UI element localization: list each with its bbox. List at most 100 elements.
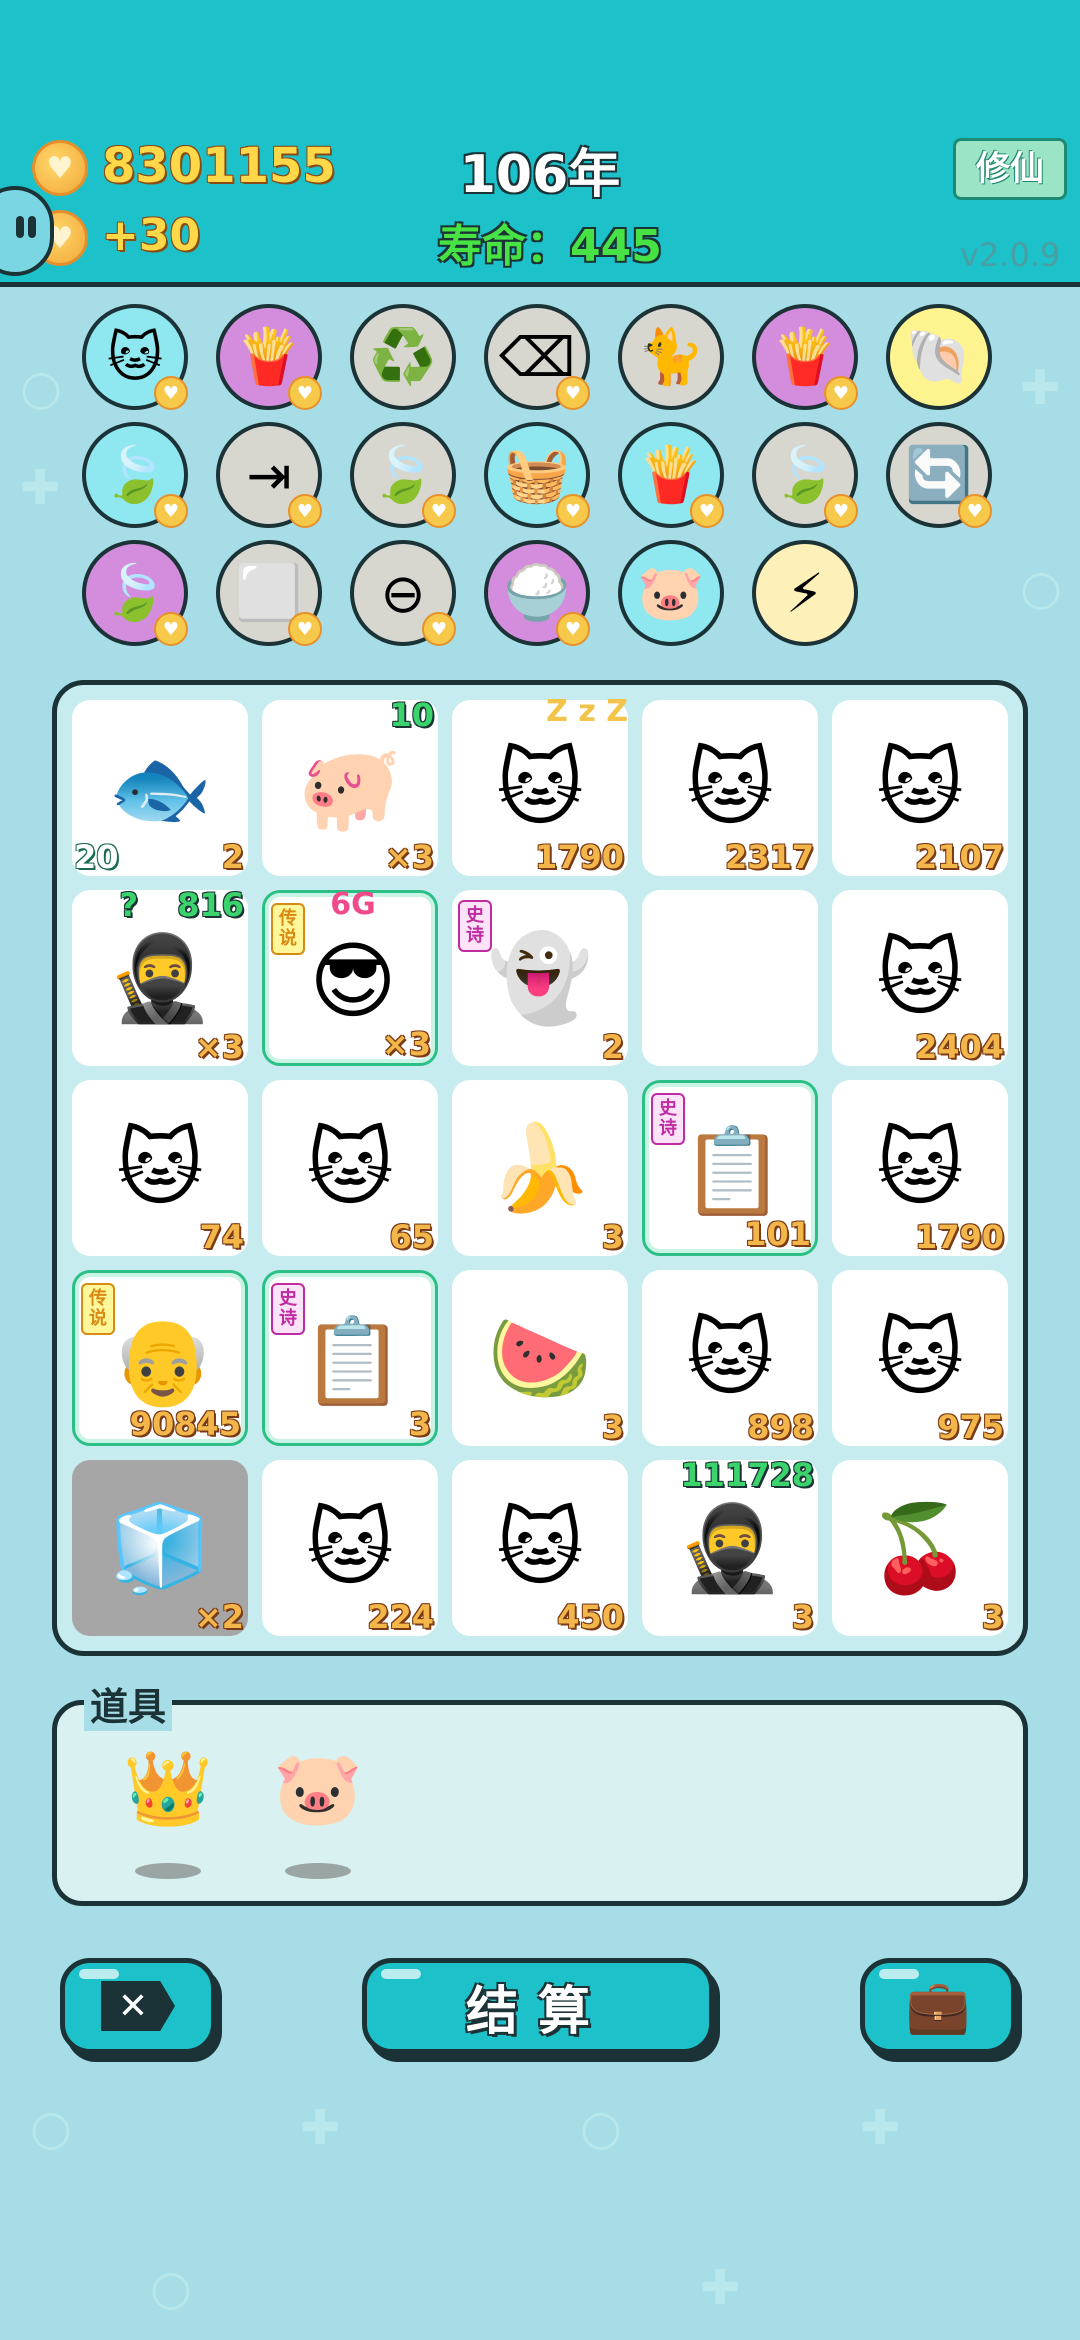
bg-cross-decoration: ✚	[300, 2100, 341, 2156]
rarity-badge: 传说	[81, 1283, 115, 1335]
relic-glyph: ⚡	[786, 561, 824, 625]
slot-empty[interactable]	[642, 890, 818, 1066]
minus-circle-icon[interactable]: ⊖ ♥	[350, 540, 456, 646]
piggy-bank-icon[interactable]: 🐷	[263, 1733, 373, 1843]
slot-cat[interactable]: 🐱 898	[642, 1270, 818, 1446]
slot-value: 3	[981, 1598, 1004, 1636]
slot-value: ×2	[194, 1598, 244, 1636]
leaf-icon[interactable]: 🍃 ♥	[82, 422, 188, 528]
slot-thief[interactable]: 🥷 111728 3	[642, 1456, 818, 1636]
slot-copy-paste[interactable]: 📋 史诗 101	[642, 1080, 818, 1256]
slot-cat[interactable]: 🐱 2404	[832, 890, 1008, 1066]
slot-fish[interactable]: 🐟 20 2	[72, 700, 248, 876]
slot-cat[interactable]: 🐱 450	[452, 1460, 628, 1636]
coin-mini-icon: ♥	[556, 376, 590, 410]
relic-glyph: 🍟	[637, 443, 705, 506]
leaf-icon[interactable]: 🍃 ♥	[350, 422, 456, 528]
relic-glyph: 🍃	[101, 443, 169, 506]
slot-value: 1790	[914, 1218, 1004, 1256]
leaf-icon[interactable]: 🍃 ♥	[752, 422, 858, 528]
remove-button[interactable]: ✕	[60, 1958, 216, 2054]
slot-bonus-value: 816	[177, 886, 244, 924]
slot-cat[interactable]: 🐱 65	[262, 1080, 438, 1256]
fries-icon[interactable]: 🍟 ♥	[618, 422, 724, 528]
coin-mini-icon: ♥	[690, 494, 724, 528]
bg-cross-decoration: ✚	[860, 2100, 901, 2156]
relic-glyph: ⇥	[246, 443, 292, 507]
slot-pig[interactable]: 🐖 10 ×3	[262, 696, 438, 876]
slot-value: 3	[408, 1405, 431, 1443]
shell-icon[interactable]: 🐚	[886, 304, 992, 410]
relic-glyph: 🍟	[771, 325, 839, 388]
remove-tag-icon: ✕	[101, 1981, 175, 2031]
relic-glyph: 🍃	[771, 443, 839, 506]
empty-icon	[642, 890, 818, 1066]
lifespan-counter: 寿命：445	[438, 221, 662, 272]
inventory-button[interactable]: 💼	[860, 1958, 1016, 2054]
refresh-icon[interactable]: 🔄 ♥	[886, 422, 992, 528]
remove-tag-icon[interactable]: ⌫ ♥	[484, 304, 590, 410]
tool-shadow	[135, 1863, 201, 1879]
slot-value: 2404	[914, 1028, 1004, 1066]
skip-icon[interactable]: ⇥ ♥	[216, 422, 322, 528]
coin-mini-icon: ♥	[824, 376, 858, 410]
bg-ring-decoration: ○	[20, 360, 62, 416]
slot-value: 975	[937, 1408, 1004, 1446]
lightning-icon[interactable]: ⚡	[752, 540, 858, 646]
bg-ring-decoration: ○	[150, 2260, 192, 2316]
cats-pair-icon[interactable]: 🐈	[618, 304, 724, 410]
slot-cat[interactable]: 🐱 2107	[832, 700, 1008, 876]
slot-cat[interactable]: 🐱 1790	[832, 1080, 1008, 1256]
slot-value: 1790	[534, 838, 624, 876]
rarity-badge: 史诗	[458, 900, 492, 952]
question-mark: ?	[119, 886, 138, 924]
slot-ghost[interactable]: 👻 史诗 2	[452, 890, 628, 1066]
rice-bowl-icon[interactable]: 🍚 ♥	[484, 540, 590, 646]
slot-banana[interactable]: 🍌 3	[452, 1080, 628, 1256]
sleep-zzz-icon: Z z Z	[546, 694, 628, 729]
cultivate-button[interactable]: 修仙	[953, 138, 1067, 200]
slot-cat[interactable]: 🐱 2317	[642, 700, 818, 876]
slot-value: 450	[557, 1598, 624, 1636]
relic-glyph: 🐷	[637, 561, 705, 624]
slot-cherry[interactable]: 🍒 3	[832, 1460, 1008, 1636]
piggy-bank-icon[interactable]: 🐷	[618, 540, 724, 646]
slot-old-king[interactable]: 👴 传说 90845	[72, 1270, 248, 1446]
relic-glyph: ⊖	[380, 561, 426, 625]
slot-cat[interactable]: 🐱 224	[262, 1460, 438, 1636]
fries-icon[interactable]: 🍟 ♥	[752, 304, 858, 410]
tool-shadow	[285, 1863, 351, 1879]
coin-mini-icon: ♥	[958, 494, 992, 528]
slot-thief[interactable]: 🥷? 816 ×3	[72, 886, 248, 1066]
cat-dark-icon[interactable]: 🐱 ♥	[82, 304, 188, 410]
crown-icon[interactable]: 👑	[113, 1733, 223, 1843]
slot-value: 101	[744, 1215, 811, 1253]
slot-cat[interactable]: 🐱 975	[832, 1270, 1008, 1446]
slot-value: 90845	[129, 1405, 241, 1443]
slot-copy-paste[interactable]: 📋 史诗 3	[262, 1270, 438, 1446]
slot-watermelon[interactable]: 🍉 3	[452, 1270, 628, 1446]
coin-mini-icon: ♥	[422, 612, 456, 646]
tools-panel: 👑 🐷	[52, 1700, 1028, 1906]
slot-value: 2317	[724, 838, 814, 876]
slot-value: 74	[199, 1218, 244, 1256]
slot-cat[interactable]: 🐱 74	[72, 1080, 248, 1256]
slot-cat-sleeping[interactable]: 🐱 Z z Z 1790	[452, 694, 628, 876]
slot-boss-king[interactable]: 😎 传说 6G ×3	[262, 887, 438, 1066]
slot-value: 2107	[914, 838, 1004, 876]
bg-cross-decoration: ✚	[700, 2260, 741, 2316]
sugar-cubes-icon[interactable]: ⬜ ♥	[216, 540, 322, 646]
slot-value: 3	[791, 1598, 814, 1636]
coin-mini-icon: ♥	[288, 376, 322, 410]
fries-icon[interactable]: 🍟 ♥	[216, 304, 322, 410]
year-counter: 106年	[459, 145, 621, 205]
slot-fridge[interactable]: 🧊 ×2	[72, 1460, 248, 1636]
fruit-basket-icon[interactable]: 🧺 ♥	[484, 422, 590, 528]
slot-board: 🐟 20 2 🐖 10 ×3 🐱 Z z Z 1790 🐱 2317 🐱 2107 🥷? 816 ×3 😎 传说 6…	[52, 680, 1028, 1656]
settle-button[interactable]: 结算	[362, 1958, 714, 2054]
slot-value: 3	[601, 1408, 624, 1446]
recycle-icon[interactable]: ♻️	[350, 304, 456, 410]
coin-total: 8301155	[102, 138, 336, 194]
slot-value: 2	[601, 1028, 624, 1066]
leaf-icon[interactable]: 🍃 ♥	[82, 540, 188, 646]
